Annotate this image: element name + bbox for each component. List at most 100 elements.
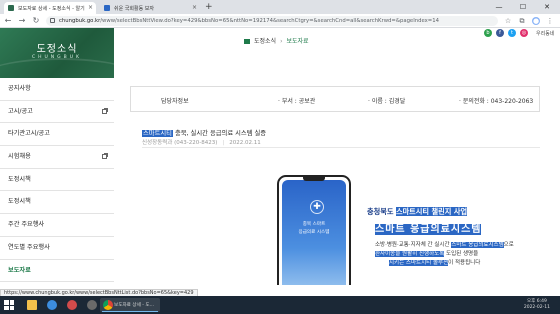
phone-text-line2: 응급의료 시스템 (298, 230, 330, 235)
profile-avatar-icon[interactable]: ● (532, 17, 540, 25)
article-meta: 신성장동력과 (043-220-8423) | 2022.02.11 (142, 138, 261, 146)
hero-desc-text: 으로 (503, 242, 514, 248)
breadcrumb-current: 보도자료 (286, 38, 309, 45)
selected-text: 지키는 스마트시티 솔루션 (389, 260, 449, 266)
sidebar-item-press-releases[interactable]: 보도자료 (0, 260, 114, 283)
breadcrumb: 도정소식 › 보도자료 (244, 36, 309, 45)
contact-label: 담당자정보 (161, 98, 189, 105)
selected-text: 스마트 응급의료시스템 (451, 242, 504, 248)
sidebar-header: 도정소식 CHUNGBUK (0, 28, 114, 78)
selected-text: 스마트시티 챌린지 사업 (395, 207, 468, 216)
back-arrow-icon[interactable]: ← (3, 16, 13, 26)
selected-text: 스마트 응급의료시스템 (375, 224, 482, 235)
close-window-button[interactable]: ✕ (536, 0, 558, 14)
system-tray-clock[interactable]: 오후 6:49 2022-02-11 (524, 299, 550, 311)
hero-title: 스마트 응급의료시스템 (375, 220, 482, 235)
taskbar-active-label: 보도자료 상세 - 도... (114, 303, 155, 308)
close-tab-icon[interactable]: × (88, 4, 93, 11)
sidebar-item-policy[interactable]: 도정시책 (0, 169, 114, 192)
facebook-icon[interactable]: f (496, 29, 504, 37)
bookmark-star-icon[interactable]: ☆ (504, 17, 512, 25)
file-explorer-icon[interactable] (24, 298, 40, 312)
sidebar-item-announcements[interactable]: 고시/공고 (0, 101, 114, 124)
taskbar-app-icon[interactable] (64, 298, 80, 312)
twitter-icon[interactable]: t (508, 29, 516, 37)
minimize-button[interactable]: — (488, 0, 510, 14)
external-link-icon (102, 107, 108, 114)
article-hero-image: ✚ 충북 스마트 응급의료 시스템 충청북도 스마트시티 챌린지 사업 스마트 … (143, 155, 540, 285)
tab-title: 보도자료 상세 - 도정소식 - 알기 (18, 6, 85, 12)
reload-icon[interactable]: ↻ (31, 16, 41, 26)
taskbar-app-icon[interactable] (84, 298, 100, 312)
sidebar-title: 도정소식 (36, 44, 78, 55)
tab-title: 쉬운 국회활동 보자 (114, 6, 154, 12)
sidebar-item-label: 연도별 주요행사 (8, 243, 50, 251)
util-link[interactable]: 우리동네 (536, 30, 554, 37)
hero-desc-line1: 소방·병원·교통·지자체 간 실시간 스마트 응급의료시스템으로 (375, 240, 514, 248)
sidebar-item-other-announcements[interactable]: 타기관고시/공고 (0, 123, 114, 147)
article-title-text: 충북, 실시간 응급의료 시스템 실증 (172, 130, 267, 137)
phone-illustration: ✚ 충북 스마트 응급의료 시스템 (277, 175, 351, 285)
sidebar-item-recruitment[interactable]: 시험채용 (0, 146, 114, 169)
sidebar-item-notices[interactable]: 공지사항 (0, 78, 114, 101)
medical-emblem-icon: ✚ (310, 200, 324, 214)
article-divider (142, 147, 540, 148)
hero-desc-line3: 지키는 스마트시티 솔루션이 적용됩니다 (389, 258, 480, 266)
sidebar-item-label: 공지사항 (8, 85, 31, 92)
site-favicon-icon (104, 5, 110, 11)
browser-menu-icon[interactable]: ⋮ (546, 17, 554, 25)
close-tab-icon[interactable]: × (192, 4, 197, 11)
sidebar-item-label: 타기관고시/공고 (8, 130, 50, 138)
article-title: 스마트시티 충북, 실시간 응급의료 시스템 실증 (142, 128, 266, 137)
forward-arrow-icon[interactable]: → (17, 16, 27, 26)
hero-desc-text: 소방·병원·교통·지자체 간 실시간 (375, 242, 452, 248)
sidebar-item-label: 도정시책 (8, 198, 31, 206)
browser-tab-strip: 보도자료 상세 - 도정소식 - 알기 × 쉬운 국회활동 보자 × + — ☐… (0, 0, 560, 14)
sidebar-subtitle: CHUNGBUK (31, 55, 82, 60)
taskbar-app-icon[interactable] (44, 298, 60, 312)
article-date: 2022.02.11 (229, 140, 261, 146)
home-icon[interactable] (244, 39, 250, 44)
sidebar-menu: 공지사항 고시/공고 타기관고시/공고 시험채용 도정시책 도정시책 주간 주요… (0, 78, 114, 283)
sidebar-item-label: 고시/공고 (8, 107, 33, 115)
browser-toolbar: ← → ↻ chungbuk.go.kr/www/selectBbsNttVie… (0, 14, 560, 28)
sidebar-item-weekly-events[interactable]: 주간 주요행사 (0, 214, 114, 237)
breadcrumb-section[interactable]: 도정소식 (254, 38, 276, 45)
sidebar-item-label: 보도자료 (8, 266, 31, 274)
browser-tab-active[interactable]: 보도자료 상세 - 도정소식 - 알기 × (4, 2, 96, 14)
sidebar-item-policy-2[interactable]: 도정시책 (0, 191, 114, 215)
contact-department: · 부서 : 공보관 (278, 98, 316, 105)
hero-desc-text: 도입된 생명을 (444, 251, 479, 257)
instagram-icon[interactable]: ◎ (520, 29, 528, 37)
hero-desc-line2: 환자이송을 원활히 진행하도록 도입된 생명을 (375, 249, 478, 257)
contact-name: · 이름 : 김경달 (368, 98, 406, 105)
external-link-icon (102, 153, 108, 160)
sidebar-item-label: 시험채용 (8, 153, 31, 161)
selected-text: 스마트시티 (142, 130, 173, 137)
tray-date: 2022-02-11 (523, 305, 550, 310)
hero-subtitle: 충청북도 스마트시티 챌린지 사업 (367, 207, 468, 217)
windows-start-icon[interactable] (4, 300, 14, 310)
sidebar-item-yearly-events[interactable]: 연도별 주요행사 (0, 237, 114, 260)
address-bar[interactable]: chungbuk.go.kr/www/selectBbsNttView.do?k… (46, 16, 498, 26)
url-text: chungbuk.go.kr/www/selectBbsNttView.do?k… (59, 18, 439, 24)
decorative-wave (0, 58, 114, 78)
breadcrumb-separator-icon: › (280, 38, 283, 45)
site-favicon-icon (8, 5, 14, 11)
contact-info-box: 담당자정보 · 부서 : 공보관 · 이름 : 김경달 · 문의전화 : 043… (130, 86, 540, 112)
naver-blog-icon[interactable]: b (484, 29, 492, 37)
new-tab-button[interactable]: + (205, 2, 213, 12)
lock-icon (50, 18, 55, 23)
article-dept: 신성장동력과 (043-220-8423) (142, 140, 218, 146)
phone-notch (303, 177, 325, 181)
taskbar: 보도자료 상세 - 도... 오후 6:49 2022-02-11 (0, 296, 560, 314)
phone-text-line1: 충북 스마트 (302, 222, 326, 227)
extensions-icon[interactable]: ⧉ (518, 17, 526, 25)
sidebar-item-label: 주간 주요행사 (8, 221, 45, 229)
selected-text: 환자이송을 원활히 진행하도록 (375, 251, 445, 257)
contact-phone: · 문의전화 : 043-220-2063 (459, 98, 534, 105)
browser-tab[interactable]: 쉬운 국회활동 보자 × (100, 2, 200, 14)
maximize-button[interactable]: ☐ (512, 0, 534, 14)
phone-screen: ✚ 충북 스마트 응급의료 시스템 (282, 180, 346, 285)
hero-subtitle-text: 충청북도 (367, 207, 396, 216)
